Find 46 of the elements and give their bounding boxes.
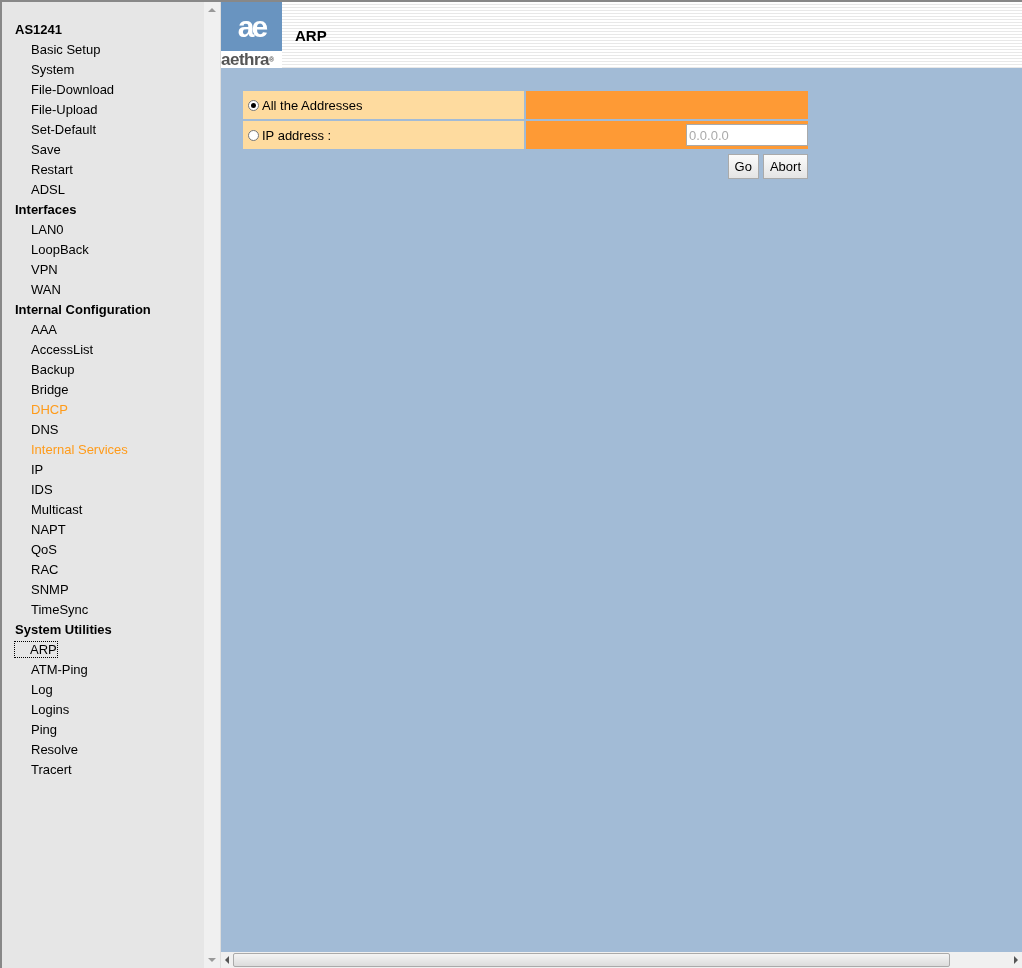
menu-link[interactable]: File-Upload: [31, 102, 98, 117]
menu-link[interactable]: RAC: [31, 562, 59, 577]
option-label[interactable]: All the Addresses: [243, 91, 524, 119]
menu-link[interactable]: DNS: [31, 422, 59, 437]
menu-link[interactable]: Basic Setup: [31, 42, 101, 57]
vertical-scrollbar[interactable]: [204, 2, 221, 968]
menu-link[interactable]: IP: [31, 462, 44, 477]
menu-link[interactable]: AAA: [31, 322, 57, 337]
menu-link[interactable]: Backup: [31, 362, 75, 377]
menu-section-heading: AS1241: [15, 22, 62, 37]
menu-section-heading: Internal Configuration: [15, 302, 151, 317]
menu-link[interactable]: System: [31, 62, 75, 77]
menu-link[interactable]: Restart: [31, 162, 73, 177]
page-title: ARP: [295, 26, 327, 44]
horizontal-scrollbar[interactable]: [221, 952, 1022, 968]
menu-link[interactable]: Multicast: [31, 502, 83, 517]
menu-section-heading: Interfaces: [15, 202, 77, 217]
radio-button[interactable]: [248, 129, 259, 141]
menu-link[interactable]: Ping: [31, 722, 58, 737]
menu-link[interactable]: Set-Default: [31, 122, 97, 137]
form-button[interactable]: Go: [727, 154, 759, 179]
menu-link[interactable]: AccessList: [31, 342, 94, 357]
form-button[interactable]: Abort: [762, 154, 808, 179]
menu-section-heading: System Utilities: [15, 622, 112, 637]
menu-link[interactable]: Log: [31, 682, 53, 697]
menu-link[interactable]: WAN: [31, 282, 61, 297]
radio-button[interactable]: [248, 99, 259, 111]
menu-link[interactable]: SNMP: [31, 582, 69, 597]
menu-link[interactable]: File-Download: [31, 82, 115, 97]
menu-link[interactable]: Resolve: [31, 742, 78, 757]
menu-link[interactable]: ATM-Ping: [31, 662, 88, 677]
menu-link[interactable]: Logins: [31, 702, 70, 717]
menu-link[interactable]: Bridge: [31, 382, 69, 397]
menu-link[interactable]: IDS: [31, 482, 53, 497]
menu-link[interactable]: LAN0: [31, 222, 64, 237]
menu-link[interactable]: TimeSync: [31, 602, 89, 617]
menu-link[interactable]: Tracert: [31, 762, 72, 777]
ip-address-field[interactable]: 0.0.0.0: [686, 124, 808, 146]
menu-link[interactable]: Save: [31, 142, 61, 157]
menu-link[interactable]: LoopBack: [31, 242, 89, 257]
menu-link[interactable]: ADSL: [31, 182, 65, 197]
menu-link[interactable]: NAPT: [31, 522, 66, 537]
menu-link[interactable]: QoS: [31, 542, 57, 557]
menu-link[interactable]: ARP: [15, 642, 57, 657]
menu-link[interactable]: VPN: [31, 262, 58, 277]
option-label[interactable]: IP address :: [243, 121, 524, 149]
